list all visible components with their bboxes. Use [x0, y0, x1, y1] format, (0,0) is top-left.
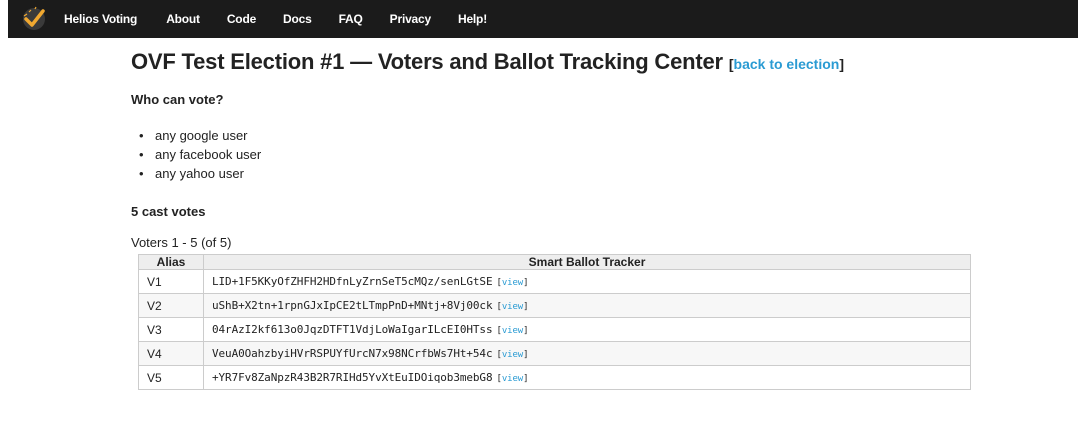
voters-table: Alias Smart Ballot Tracker V1 LID+1F5KKy…: [138, 254, 971, 390]
who-can-vote-heading: Who can vote?: [131, 92, 224, 107]
voter-alias: V4: [138, 341, 204, 366]
ballot-tracker-hash: 04rAzI2kf613o0JqzDTFT1VdjLoWaIgarILcEI0H…: [212, 323, 493, 336]
nav-privacy-link[interactable]: Privacy: [390, 12, 432, 26]
voter-alias: V5: [138, 365, 204, 390]
view-link-wrapper: [view]: [496, 374, 528, 384]
table-row: V5 +YR7Fv8ZaNpzR43B2R7RIHd5YvXtEuIDOiqob…: [138, 365, 971, 390]
cast-votes-count: 5 cast votes: [131, 204, 206, 219]
voter-alias: V1: [138, 269, 204, 294]
main-nav: Helios Voting About Code Docs FAQ Privac…: [64, 12, 514, 26]
table-header-row: Alias Smart Ballot Tracker: [138, 254, 971, 270]
checkmark-logo-icon: [23, 6, 45, 30]
bracket-close: ]: [523, 326, 529, 336]
bracket-close: ]: [523, 302, 529, 312]
nav-faq-link[interactable]: FAQ: [339, 12, 363, 26]
ballot-tracker-cell: +YR7Fv8ZaNpzR43B2R7RIHd5YvXtEuIDOiqob3me…: [203, 365, 971, 390]
list-item: any google user: [139, 126, 991, 145]
view-ballot-link[interactable]: view: [502, 278, 523, 288]
table-row: V2 uShB+X2tn+1rpnGJxIpCE2tLTmpPnD+MNtj+8…: [138, 293, 971, 318]
helios-logo[interactable]: [14, 0, 54, 38]
view-ballot-link[interactable]: view: [502, 302, 523, 312]
view-link-wrapper: [view]: [496, 278, 528, 288]
bracket-close: ]: [523, 278, 529, 288]
table-row: V3 04rAzI2kf613o0JqzDTFT1VdjLoWaIgarILcE…: [138, 317, 971, 342]
bracket-close: ]: [523, 350, 529, 360]
ballot-tracker-hash: VeuA0OahzbyiHVrRSPUYfUrcN7x98NCrfbWs7Ht+…: [212, 347, 493, 360]
ballot-tracker-cell: uShB+X2tn+1rpnGJxIpCE2tLTmpPnD+MNtj+8Vj0…: [203, 293, 971, 318]
nav-help-link[interactable]: Help!: [458, 12, 487, 26]
top-navigation-bar: Helios Voting About Code Docs FAQ Privac…: [8, 0, 1078, 38]
list-item: any yahoo user: [139, 164, 991, 183]
ballot-tracker-hash: uShB+X2tn+1rpnGJxIpCE2tLTmpPnD+MNtj+8Vj0…: [212, 299, 493, 312]
ballot-tracker-cell: LID+1F5KKyOfZHFH2HDfnLyZrnSeT5cMQz/senLG…: [203, 269, 971, 294]
ballot-tracker-cell: 04rAzI2kf613o0JqzDTFT1VdjLoWaIgarILcEI0H…: [203, 317, 971, 342]
ballot-tracker-hash: LID+1F5KKyOfZHFH2HDfnLyZrnSeT5cMQz/senLG…: [212, 275, 493, 288]
view-link-wrapper: [view]: [496, 326, 528, 336]
tracker-column-header: Smart Ballot Tracker: [203, 254, 971, 270]
main-content: OVF Test Election #1 — Voters and Ballot…: [131, 38, 991, 390]
nav-docs-link[interactable]: Docs: [283, 12, 312, 26]
voter-alias: V3: [138, 317, 204, 342]
view-link-wrapper: [view]: [496, 350, 528, 360]
list-item: any facebook user: [139, 145, 991, 164]
back-to-election-wrapper: [back to election]: [729, 56, 844, 72]
bracket-close: ]: [523, 374, 529, 384]
nav-brand-link[interactable]: Helios Voting: [64, 12, 137, 26]
table-row: V4 VeuA0OahzbyiHVrRSPUYfUrcN7x98NCrfbWs7…: [138, 341, 971, 366]
page-title: OVF Test Election #1 — Voters and Ballot…: [131, 49, 991, 75]
view-link-wrapper: [view]: [496, 302, 528, 312]
view-ballot-link[interactable]: view: [502, 350, 523, 360]
voters-range: Voters 1 - 5 (of 5): [131, 235, 232, 250]
voter-alias: V2: [138, 293, 204, 318]
nav-about-link[interactable]: About: [166, 12, 200, 26]
ballot-tracker-cell: VeuA0OahzbyiHVrRSPUYfUrcN7x98NCrfbWs7Ht+…: [203, 341, 971, 366]
view-ballot-link[interactable]: view: [502, 326, 523, 336]
nav-code-link[interactable]: Code: [227, 12, 256, 26]
alias-column-header: Alias: [138, 254, 204, 270]
ballot-tracker-hash: +YR7Fv8ZaNpzR43B2R7RIHd5YvXtEuIDOiqob3me…: [212, 371, 493, 384]
view-ballot-link[interactable]: view: [502, 374, 523, 384]
back-to-election-link[interactable]: back to election: [734, 56, 840, 72]
page-title-text: OVF Test Election #1 — Voters and Ballot…: [131, 49, 723, 74]
bracket-close: ]: [839, 56, 844, 72]
eligibility-list: any google user any facebook user any ya…: [139, 126, 991, 183]
table-row: V1 LID+1F5KKyOfZHFH2HDfnLyZrnSeT5cMQz/se…: [138, 269, 971, 294]
